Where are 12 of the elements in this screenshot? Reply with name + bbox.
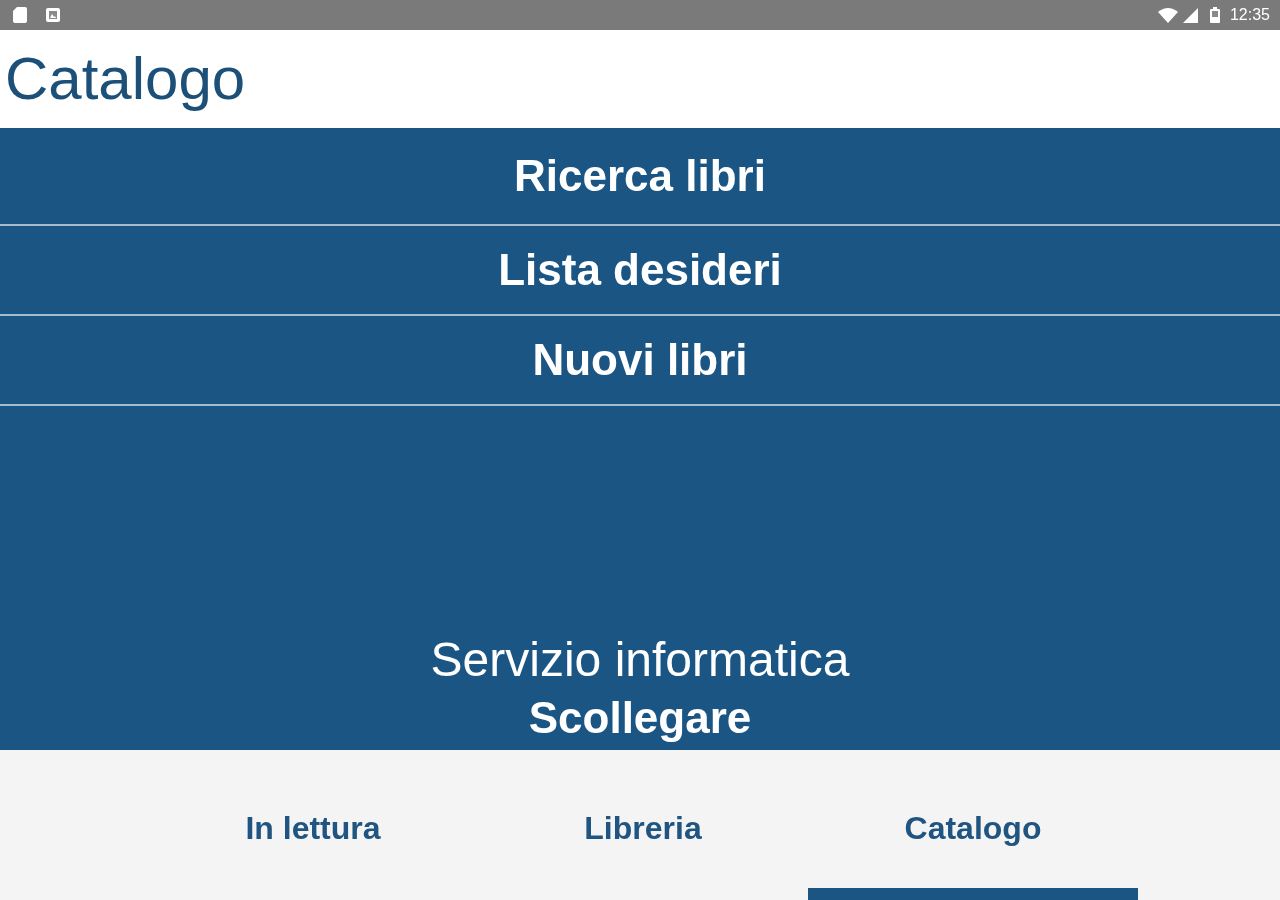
battery-icon [1209,7,1220,23]
logout-link[interactable]: Scollegare [522,690,758,746]
account-name: Servizio informatica [430,632,850,688]
tab[interactable]: In lettura [148,750,478,900]
wifi-icon [1157,7,1178,23]
clock-time: 12:35 [1229,6,1270,24]
sd-card-icon [13,7,27,23]
tab[interactable]: Catalogo [808,750,1138,900]
signal-icon [1182,7,1198,23]
picture-icon [46,8,60,22]
page-title: Catalogo [5,46,246,112]
tab[interactable]: Libreria [478,750,808,900]
